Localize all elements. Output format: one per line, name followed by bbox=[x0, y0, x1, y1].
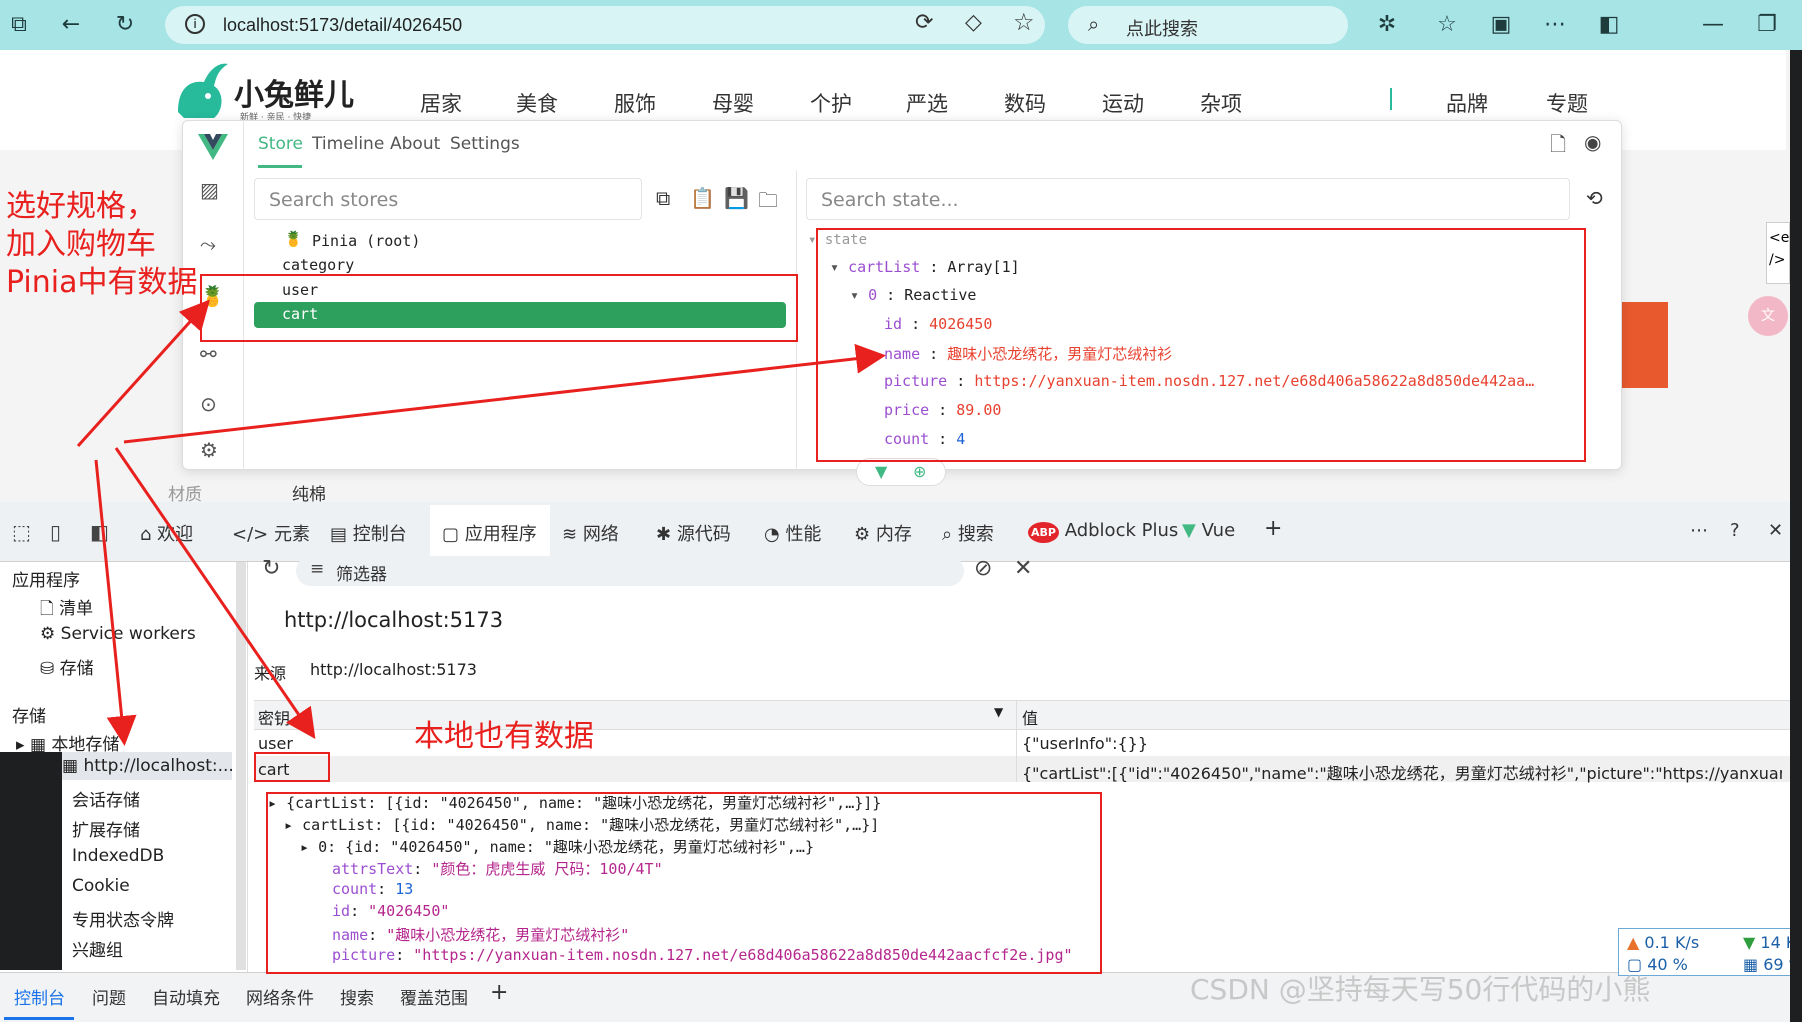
arrow-to-store-list bbox=[76, 299, 211, 448]
arrow-to-cart-key bbox=[114, 447, 316, 739]
arrow-to-local-storage bbox=[94, 459, 137, 746]
arrow-to-state bbox=[123, 343, 886, 444]
csdn-watermark: CSDN @坚持每天写50行代码的小熊 bbox=[1190, 973, 1651, 1006]
annotation-arrows bbox=[76, 299, 886, 746]
